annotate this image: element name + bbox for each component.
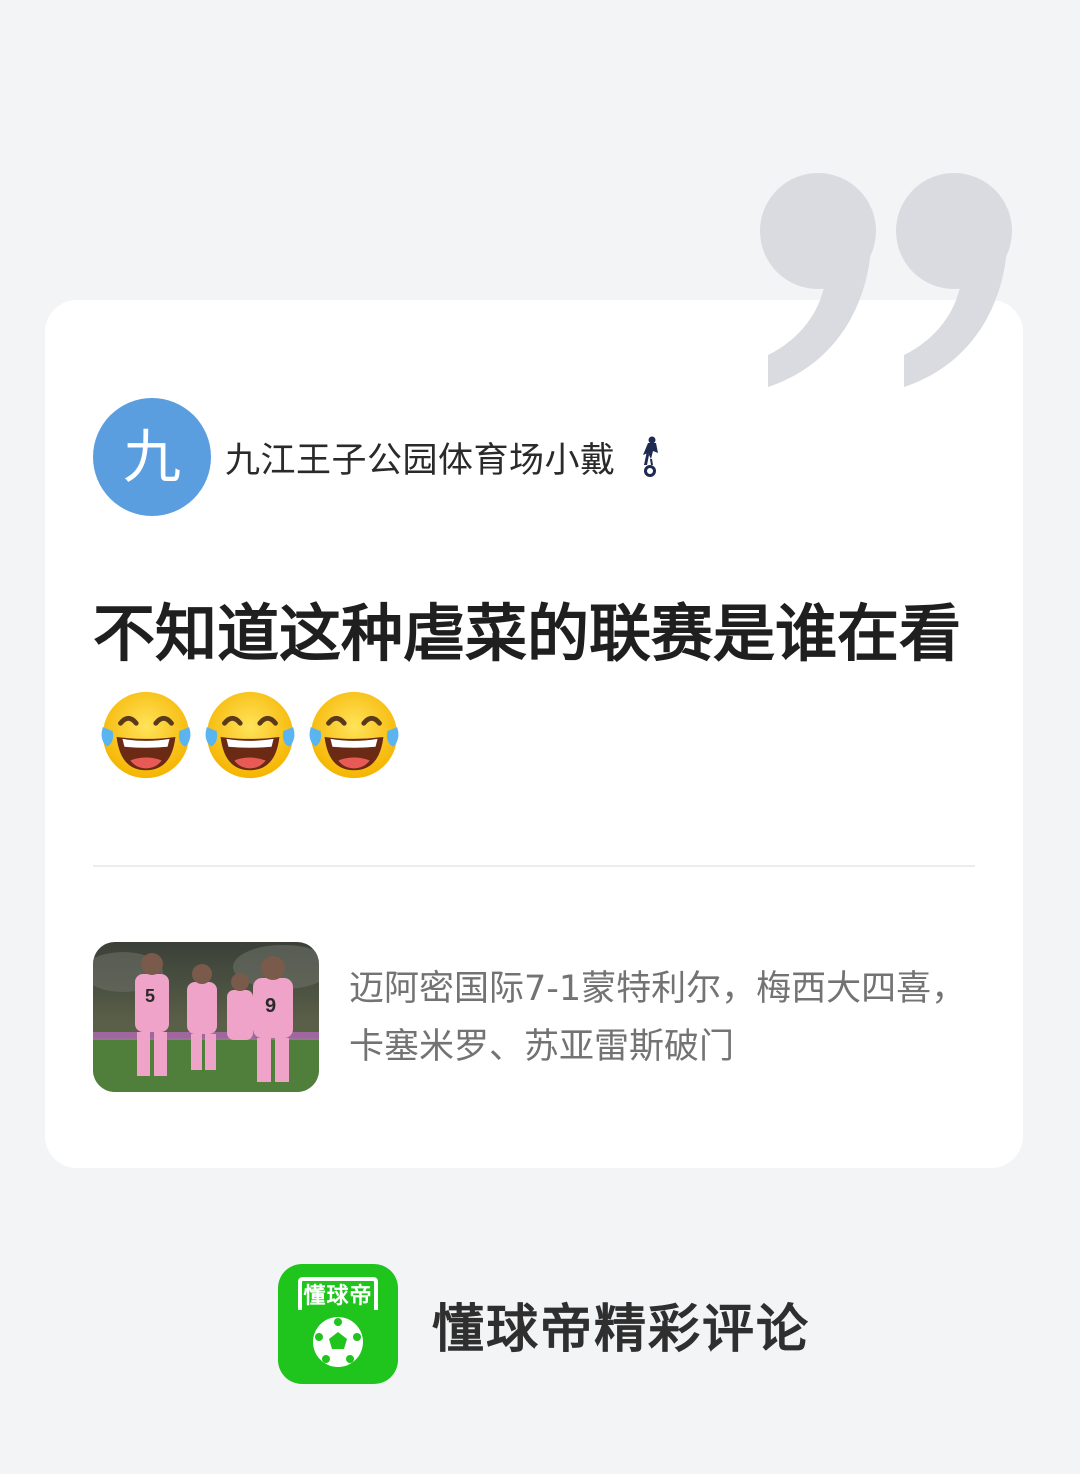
footer-title: 懂球帝精彩评论 [432,1299,811,1360]
author-name[interactable]: 九江王子公园体育场小戴 [225,432,616,483]
svg-text:9: 9 [265,995,276,1017]
tottenham-club-icon [642,436,658,477]
players-photo-icon: 5 9 [93,942,319,1092]
comment-text: 不知道这种虐菜的联赛是谁在看 [93,597,962,670]
logo-text: 懂球帝 [303,1284,373,1309]
news-thumbnail[interactable]: 5 9 [93,942,319,1092]
news-link[interactable]: 5 9 迈阿密国际7-1蒙特利尔，梅西大四喜，卡塞米罗、苏亚雷斯破门 [93,942,983,1092]
comment-text-block: 不知道这种虐菜的联赛是谁在看 [93,582,973,815]
quote-mark-icon [760,173,1012,387]
tears-of-joy-emoji-icon [309,691,399,779]
author-row[interactable]: 九 九江王子公园体育场小戴 [93,398,664,516]
tears-of-joy-emoji-icon [205,691,295,779]
app-logo: 懂球帝 [278,1264,398,1384]
comment-card: 九 九江王子公园体育场小戴 不知道这种虐菜的联赛是谁在看 5 9 迈阿密国际7-… [45,300,1023,1168]
svg-text:5: 5 [145,986,155,1006]
footer-brand: 懂球帝 懂球帝精彩评论 [278,1264,810,1384]
news-title[interactable]: 迈阿密国际7-1蒙特利尔，梅西大四喜，卡塞米罗、苏亚雷斯破门 [349,960,969,1076]
divider [93,865,975,867]
emoji-row [97,686,409,815]
soccer-ball-icon [313,1317,363,1367]
tears-of-joy-emoji-icon [101,691,191,779]
avatar[interactable]: 九 [93,398,211,516]
